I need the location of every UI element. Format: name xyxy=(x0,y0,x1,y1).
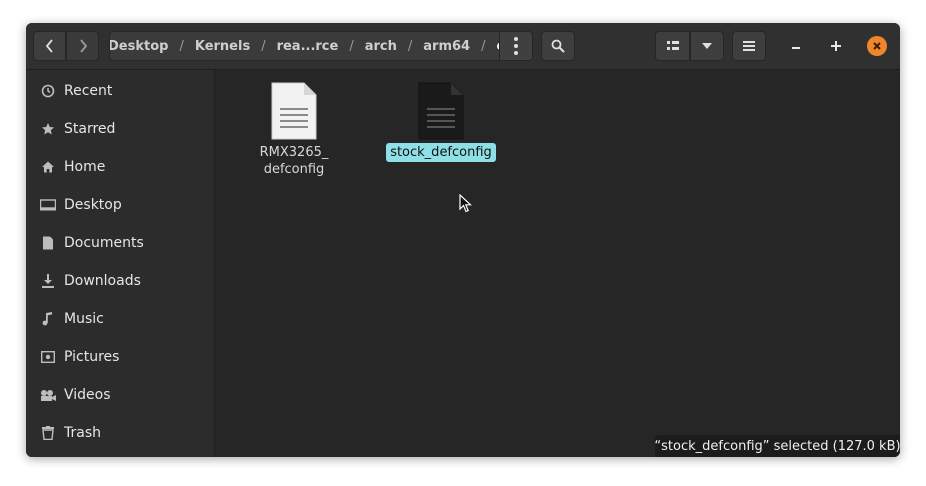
list-view-icon xyxy=(666,41,679,50)
close-icon xyxy=(873,42,881,50)
file-item[interactable]: RMX3265_ defconfig xyxy=(239,82,349,179)
close-button[interactable] xyxy=(867,36,887,56)
search-button[interactable] xyxy=(541,31,575,61)
music-icon xyxy=(40,311,56,327)
sidebar-item-home[interactable]: Home xyxy=(26,150,214,184)
file-item-selected[interactable]: stock_defconfig xyxy=(386,82,496,162)
clock-icon xyxy=(40,83,56,99)
chevron-down-icon xyxy=(702,43,712,49)
chevron-right-icon xyxy=(79,39,87,53)
sidebar-item-label: Documents xyxy=(64,235,144,251)
dot xyxy=(514,44,518,48)
sidebar-item-downloads[interactable]: Downloads xyxy=(26,264,214,298)
status-overlay: “stock_defconfig” selected (127.0 kB) xyxy=(654,435,900,457)
path-menu-button[interactable] xyxy=(499,32,532,60)
minimize-button[interactable] xyxy=(787,37,805,55)
breadcrumb-separator: / xyxy=(481,38,486,54)
sidebar-item-pictures[interactable]: Pictures xyxy=(26,340,214,374)
dot xyxy=(514,51,518,55)
video-icon xyxy=(40,387,56,403)
breadcrumb-item-kernels[interactable]: Kernels xyxy=(190,39,255,54)
sidebar-item-recent[interactable]: Recent xyxy=(26,74,214,108)
text-file-icon xyxy=(271,82,317,140)
file-name: RMX3265_ defconfig xyxy=(256,143,333,179)
view-options-button[interactable] xyxy=(690,31,724,61)
mouse-pointer-icon xyxy=(459,194,473,213)
sidebar-item-label: Videos xyxy=(64,387,111,403)
file-name: stock_defconfig xyxy=(386,143,496,162)
maximize-button[interactable] xyxy=(827,37,845,55)
sidebar-item-label: Downloads xyxy=(64,273,141,289)
breadcrumb-separator: / xyxy=(349,38,354,54)
sidebar-item-label: Starred xyxy=(64,121,116,137)
sidebar-item-desktop[interactable]: Desktop xyxy=(26,188,214,222)
breadcrumb-item-arm64[interactable]: arm64 xyxy=(418,39,475,54)
breadcrumb-separator: / xyxy=(407,38,413,54)
sidebar-item-trash[interactable]: Trash xyxy=(26,416,214,450)
breadcrumb-item-arch[interactable]: arch xyxy=(360,39,402,54)
sidebar-item-videos[interactable]: Videos xyxy=(26,378,214,412)
sidebar-item-label: Recent xyxy=(64,83,113,99)
document-icon xyxy=(40,235,56,251)
breadcrumb-separator: / xyxy=(179,38,184,54)
trash-icon xyxy=(40,425,56,441)
back-button[interactable] xyxy=(33,31,66,61)
maximize-icon xyxy=(831,41,841,51)
sidebar-item-label: Desktop xyxy=(64,197,122,213)
sidebar-item-starred[interactable]: Starred xyxy=(26,112,214,146)
sidebar-item-label: Home xyxy=(64,159,106,175)
sidebar-item-music[interactable]: Music xyxy=(26,302,214,336)
forward-button[interactable] xyxy=(66,31,99,61)
sidebar-item-label: Music xyxy=(64,311,104,327)
chevron-left-icon xyxy=(45,39,53,53)
home-icon xyxy=(40,159,56,175)
sidebar-item-documents[interactable]: Documents xyxy=(26,226,214,260)
desktop-icon xyxy=(40,197,56,213)
sidebar-item-label: Pictures xyxy=(64,349,120,365)
breadcrumb-separator: / xyxy=(261,38,266,54)
minimize-icon xyxy=(792,47,800,49)
hamburger-icon xyxy=(743,41,755,51)
breadcrumb-item-source[interactable]: rea...rce xyxy=(272,39,344,54)
sidebar: Recent Starred Home Desktop Documents Do… xyxy=(26,70,215,457)
file-manager-window: Desktop / Kernels / rea...rce / arch / a… xyxy=(26,23,900,457)
file-name-line: defconfig xyxy=(263,162,325,177)
view-mode-button[interactable] xyxy=(655,31,690,61)
file-name-line: RMX3265_ xyxy=(259,145,329,160)
file-view: RMX3265_ defconfig stock_defconfig xyxy=(215,70,900,457)
picture-icon xyxy=(40,349,56,365)
breadcrumb-item-desktop[interactable]: Desktop xyxy=(110,39,173,54)
main-menu-button[interactable] xyxy=(732,31,766,61)
header-bar: Desktop / Kernels / rea...rce / arch / a… xyxy=(26,23,900,70)
star-icon xyxy=(40,121,56,137)
breadcrumb: Desktop / Kernels / rea...rce / arch / a… xyxy=(109,31,533,61)
text-file-icon xyxy=(418,82,464,140)
dot xyxy=(514,37,518,41)
search-icon xyxy=(551,39,565,53)
sidebar-item-label: Trash xyxy=(64,425,101,441)
download-icon xyxy=(40,273,56,289)
